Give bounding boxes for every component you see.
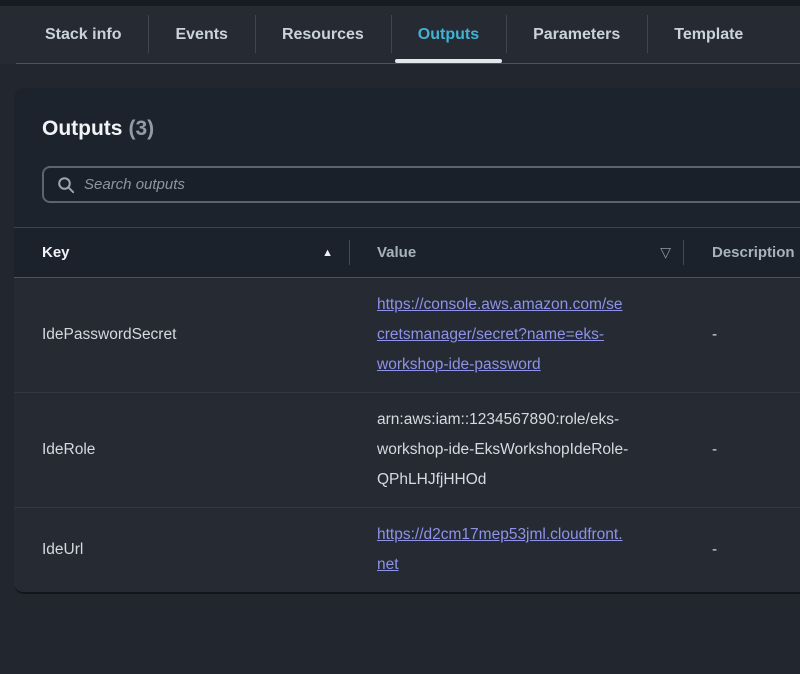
output-value-link[interactable]: https://console.aws.amazon.com/secretsma… (377, 296, 623, 373)
tabbar-divider (16, 63, 800, 64)
output-value-text: arn:aws:iam::1234567890:role/eks-worksho… (377, 411, 628, 488)
outputs-panel-header: Outputs (3) (14, 88, 800, 203)
output-description: - (684, 508, 800, 593)
output-description: - (684, 278, 800, 393)
column-label-key: Key (42, 244, 70, 261)
column-header-value[interactable]: Value ▽ (350, 228, 684, 278)
outputs-panel: Outputs (3) Key ▲ (14, 88, 800, 594)
panel-title: Outputs (3) (42, 114, 800, 144)
panel-title-text: Outputs (42, 117, 122, 140)
search-icon (57, 176, 75, 194)
output-value-cell: arn:aws:iam::1234567890:role/eks-worksho… (350, 393, 684, 508)
tab-stack-info[interactable]: Stack info (18, 6, 148, 64)
search-outputs-box (42, 166, 800, 203)
tab-template[interactable]: Template (647, 6, 770, 64)
output-key: IdePasswordSecret (14, 278, 350, 393)
tab-outputs[interactable]: Outputs (391, 6, 506, 64)
outputs-table: Key ▲ Value ▽ Description (14, 227, 800, 592)
search-input[interactable] (84, 176, 800, 193)
table-header-row: Key ▲ Value ▽ Description (14, 228, 800, 278)
tab-parameters[interactable]: Parameters (506, 6, 647, 64)
output-key: IdeRole (14, 393, 350, 508)
table-row: IdePasswordSecret https://console.aws.am… (14, 278, 800, 393)
output-value-link[interactable]: https://d2cm17mep53jml.cloudfront.net (377, 526, 623, 573)
column-label-description: Description (712, 244, 795, 261)
column-label-value: Value (377, 244, 416, 261)
outputs-count-badge: (3) (128, 117, 154, 140)
output-value-cell: https://console.aws.amazon.com/secretsma… (350, 278, 684, 393)
column-header-description[interactable]: Description (684, 228, 800, 278)
output-key: IdeUrl (14, 508, 350, 593)
sort-ascending-icon: ▲ (322, 247, 333, 259)
table-row: IdeRole arn:aws:iam::1234567890:role/eks… (14, 393, 800, 508)
column-header-key[interactable]: Key ▲ (14, 228, 350, 278)
output-value-cell: https://d2cm17mep53jml.cloudfront.net (350, 508, 684, 593)
output-description: - (684, 393, 800, 508)
tab-events[interactable]: Events (148, 6, 254, 64)
sort-down-outline-icon: ▽ (660, 244, 671, 261)
table-row: IdeUrl https://d2cm17mep53jml.cloudfront… (14, 508, 800, 593)
tab-resources[interactable]: Resources (255, 6, 391, 64)
stack-detail-tabs: Stack info Events Resources Outputs Para… (0, 6, 800, 64)
